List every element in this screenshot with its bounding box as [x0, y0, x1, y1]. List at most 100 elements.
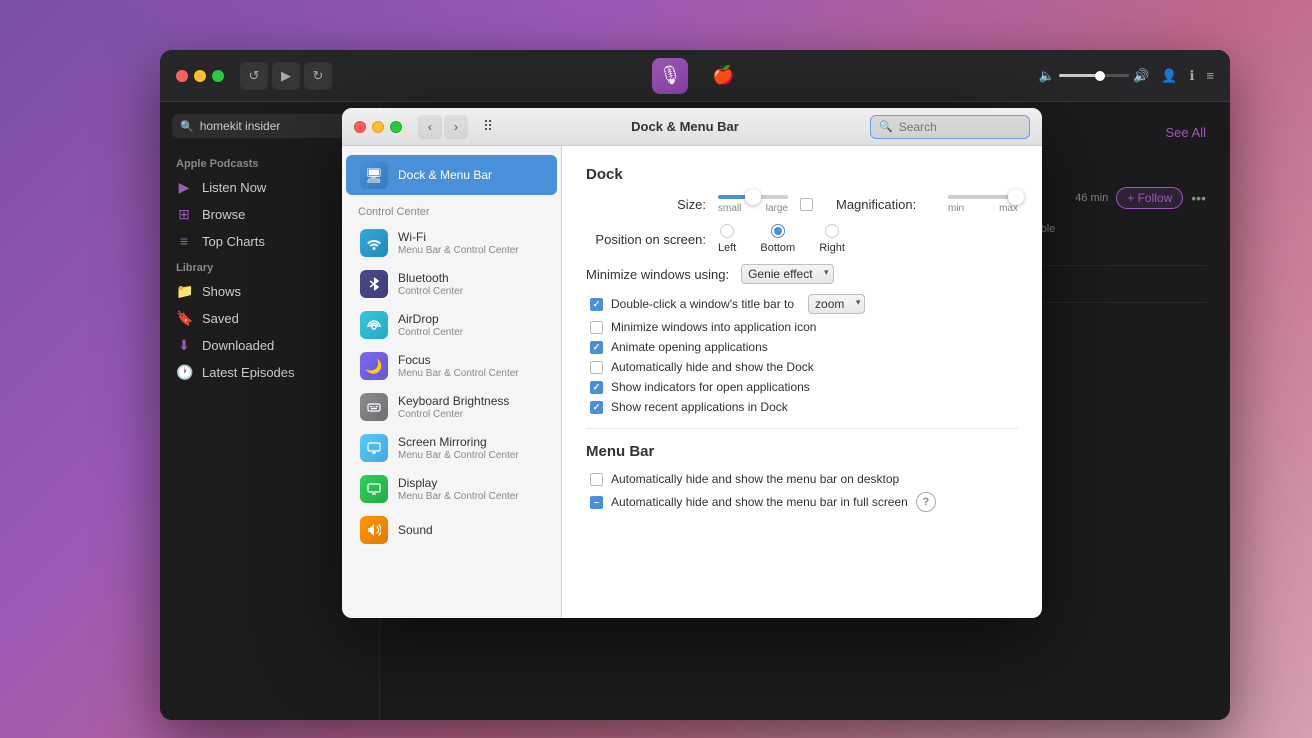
- double-click-action-select[interactable]: zoom ▾: [808, 294, 865, 314]
- zoom-select-chevron: ▾: [856, 297, 861, 308]
- screen-mirroring-icon: [360, 434, 388, 462]
- checkbox-show-indicators: Show indicators for open applications: [586, 380, 1018, 394]
- sp-sidebar-item-sound[interactable]: Sound: [346, 510, 557, 550]
- magnification-label: Magnification:: [836, 197, 936, 212]
- titlebar-right: 🔈 🔊 👤 ℹ ≡: [1039, 68, 1214, 84]
- wifi-text: Wi-Fi Menu Bar & Control Center: [398, 230, 543, 256]
- sp-control-center-label: Control Center: [342, 196, 561, 222]
- back-button[interactable]: ↺: [240, 62, 268, 90]
- info-icon[interactable]: ℹ: [1189, 68, 1194, 84]
- position-right[interactable]: Right: [819, 224, 845, 254]
- size-row: Size: small large Magnification:: [586, 195, 1018, 214]
- size-slider-thumb[interactable]: [745, 189, 761, 205]
- search-icon: 🔍: [180, 120, 194, 133]
- play-button[interactable]: ▶: [272, 62, 300, 90]
- minimize-icon-checkbox[interactable]: [590, 321, 603, 334]
- help-button[interactable]: ?: [916, 492, 936, 512]
- see-all-link[interactable]: See All: [1166, 125, 1206, 140]
- sp-window-title: Dock & Menu Bar: [508, 119, 862, 134]
- sp-sidebar-item-screen-mirroring[interactable]: Screen Mirroring Menu Bar & Control Cent…: [346, 428, 557, 468]
- volume-high-icon: 🔊: [1133, 68, 1149, 84]
- minimize-label: Minimize windows using:: [586, 267, 729, 282]
- position-left-radio[interactable]: [720, 224, 734, 238]
- forward-button[interactable]: ↻: [304, 62, 332, 90]
- bluetooth-text: Bluetooth Control Center: [398, 271, 543, 297]
- mag-slider-thumb[interactable]: [1008, 189, 1024, 205]
- volume-slider[interactable]: [1059, 74, 1129, 77]
- dock-menu-bar-icon: 🖥: [360, 161, 388, 189]
- episode-actions: 46 min + Follow •••: [1075, 187, 1206, 209]
- podcasts-icon: 🎙: [652, 58, 688, 94]
- position-bottom[interactable]: Bottom: [760, 224, 795, 254]
- sp-grid-button[interactable]: ⠿: [476, 115, 500, 139]
- minimize-effect-select[interactable]: Genie effect ▾: [741, 264, 834, 284]
- close-button[interactable]: [176, 70, 188, 82]
- select-chevron: ▾: [824, 267, 829, 278]
- top-charts-icon: ≡: [176, 233, 192, 249]
- sp-forward-button[interactable]: ›: [444, 115, 468, 139]
- dock-section-title: Dock: [586, 166, 1018, 183]
- more-button[interactable]: •••: [1191, 190, 1206, 206]
- autohide-desktop-checkbox[interactable]: [590, 473, 603, 486]
- sysprefs-titlebar: ‹ › ⠿ Dock & Menu Bar 🔍: [342, 108, 1042, 146]
- sp-sidebar-item-keyboard-brightness[interactable]: Keyboard Brightness Control Center: [346, 387, 557, 427]
- sp-maximize-button[interactable]: [390, 121, 402, 133]
- user-icon[interactable]: 👤: [1161, 68, 1177, 84]
- sp-nav-buttons: ‹ ›: [418, 115, 468, 139]
- size-label: Size:: [586, 197, 706, 212]
- sysprefs-body: 🖥 Dock & Menu Bar Control Center Wi-Fi M…: [342, 146, 1042, 618]
- menu-icon[interactable]: ≡: [1206, 68, 1214, 83]
- position-bottom-radio[interactable]: [771, 224, 785, 238]
- autohide-desktop-label: Automatically hide and show the menu bar…: [611, 472, 899, 486]
- size-slider-fill: [718, 195, 746, 199]
- show-indicators-checkbox[interactable]: [590, 381, 603, 394]
- size-slider-track[interactable]: [718, 195, 788, 199]
- magnification-checkbox[interactable]: [800, 198, 813, 211]
- minimize-button[interactable]: [194, 70, 206, 82]
- checkbox-double-click: Double-click a window's title bar to zoo…: [586, 294, 1018, 314]
- position-label: Position on screen:: [586, 232, 706, 247]
- sound-text: Sound: [398, 523, 543, 538]
- search-input[interactable]: [200, 119, 359, 133]
- focus-icon: 🌙: [360, 352, 388, 380]
- autohide-fullscreen-checkbox[interactable]: [590, 496, 603, 509]
- double-click-checkbox[interactable]: [590, 298, 603, 311]
- sp-search-input[interactable]: [899, 120, 1021, 134]
- position-row: Position on screen: Left Bottom Right: [586, 224, 1018, 254]
- listen-now-icon: ▶: [176, 179, 192, 196]
- saved-icon: 🔖: [176, 310, 192, 327]
- sp-close-button[interactable]: [354, 121, 366, 133]
- checkbox-autohide-fullscreen: Automatically hide and show the menu bar…: [586, 492, 1018, 512]
- sp-sidebar: 🖥 Dock & Menu Bar Control Center Wi-Fi M…: [342, 146, 562, 618]
- sp-minimize-button[interactable]: [372, 121, 384, 133]
- minimize-row: Minimize windows using: Genie effect ▾: [586, 264, 1018, 284]
- position-left[interactable]: Left: [718, 224, 736, 254]
- mag-slider-container: min max: [948, 195, 1018, 214]
- titlebar-icons: 🎙 🍎: [356, 58, 1031, 94]
- keyboard-brightness-text: Keyboard Brightness Control Center: [398, 394, 543, 420]
- autohide-dock-checkbox[interactable]: [590, 361, 603, 374]
- sp-sidebar-item-airdrop[interactable]: AirDrop Control Center: [346, 305, 557, 345]
- pane-divider: [586, 428, 1018, 429]
- position-radio-group: Left Bottom Right: [718, 224, 845, 254]
- animate-checkbox[interactable]: [590, 341, 603, 354]
- maximize-button[interactable]: [212, 70, 224, 82]
- checkbox-autohide-desktop: Automatically hide and show the menu bar…: [586, 472, 1018, 486]
- volume-control[interactable]: 🔈 🔊: [1039, 68, 1149, 84]
- sp-sidebar-item-display[interactable]: Display Menu Bar & Control Center: [346, 469, 557, 509]
- follow-button[interactable]: + Follow: [1116, 187, 1183, 209]
- position-right-label: Right: [819, 242, 845, 254]
- mag-slider-labels: min max: [948, 203, 1018, 214]
- sp-sidebar-item-focus[interactable]: 🌙 Focus Menu Bar & Control Center: [346, 346, 557, 386]
- mag-slider-track[interactable]: [948, 195, 1018, 199]
- search-bar[interactable]: 🔍: [172, 114, 367, 138]
- keyboard-brightness-icon: [360, 393, 388, 421]
- mag-checkbox-container: [800, 198, 824, 211]
- sp-back-button[interactable]: ‹: [418, 115, 442, 139]
- sp-sidebar-item-dock-menu-bar[interactable]: 🖥 Dock & Menu Bar: [346, 155, 557, 195]
- sp-search-bar[interactable]: 🔍: [870, 115, 1030, 139]
- show-recent-checkbox[interactable]: [590, 401, 603, 414]
- sp-sidebar-item-bluetooth[interactable]: Bluetooth Control Center: [346, 264, 557, 304]
- sp-sidebar-item-wifi[interactable]: Wi-Fi Menu Bar & Control Center: [346, 223, 557, 263]
- position-right-radio[interactable]: [825, 224, 839, 238]
